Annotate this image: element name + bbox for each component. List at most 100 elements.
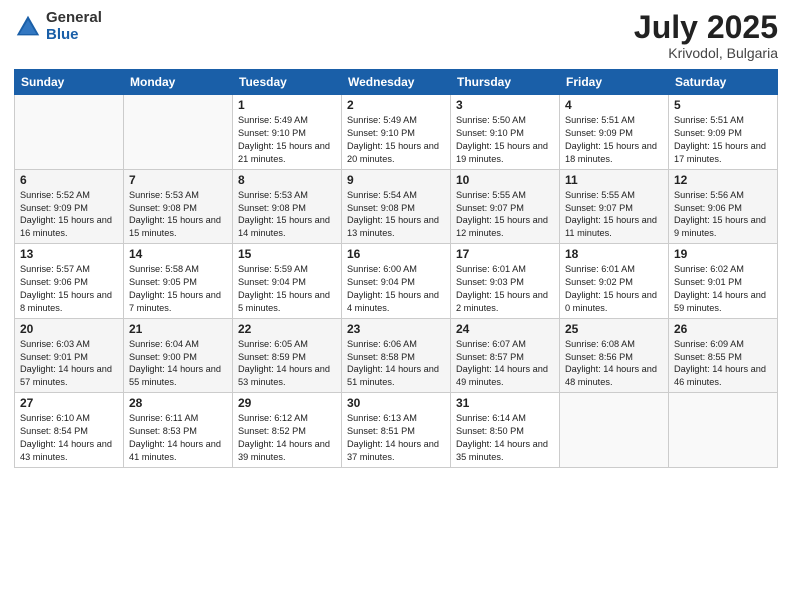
calendar-table: SundayMondayTuesdayWednesdayThursdayFrid… xyxy=(14,69,778,468)
calendar-cell: 26 Sunrise: 6:09 AM Sunset: 8:55 PM Dayli… xyxy=(669,318,778,393)
calendar-cell: 15 Sunrise: 5:59 AM Sunset: 9:04 PM Dayli… xyxy=(233,244,342,319)
day-number: 11 xyxy=(565,173,663,187)
day-number: 7 xyxy=(129,173,227,187)
calendar-cell: 14Sunrise: 5:58 AM Sunset: 9:05 PM Dayli… xyxy=(124,244,233,319)
calendar-cell: 11 Sunrise: 5:55 AM Sunset: 9:07 PM Dayli… xyxy=(560,169,669,244)
calendar-cell: 19 Sunrise: 6:02 AM Sunset: 9:01 PM Dayli… xyxy=(669,244,778,319)
day-number: 1 xyxy=(238,98,336,112)
day-info: Sunrise: 6:08 AM Sunset: 8:56 PM Dayligh… xyxy=(565,338,663,390)
day-number: 9 xyxy=(347,173,445,187)
calendar-cell: 22 Sunrise: 6:05 AM Sunset: 8:59 PM Dayli… xyxy=(233,318,342,393)
day-info: Sunrise: 6:05 AM Sunset: 8:59 PM Dayligh… xyxy=(238,338,336,390)
location: Krivodol, Bulgaria xyxy=(634,45,778,61)
day-info: Sunrise: 6:02 AM Sunset: 9:01 PM Dayligh… xyxy=(674,263,772,315)
calendar-cell: 1 Sunrise: 5:49 AM Sunset: 9:10 PM Daylig… xyxy=(233,95,342,170)
logo-text: General Blue xyxy=(46,10,102,43)
day-info: Sunrise: 5:53 AM Sunset: 9:08 PM Dayligh… xyxy=(129,189,227,241)
day-number: 17 xyxy=(456,247,554,261)
calendar-week-row: 1 Sunrise: 5:49 AM Sunset: 9:10 PM Daylig… xyxy=(15,95,778,170)
day-number: 4 xyxy=(565,98,663,112)
day-number: 10 xyxy=(456,173,554,187)
day-number: 13 xyxy=(20,247,118,261)
month-title: July 2025 xyxy=(634,10,778,45)
day-info: Sunrise: 6:04 AM Sunset: 9:00 PM Dayligh… xyxy=(129,338,227,390)
day-number: 3 xyxy=(456,98,554,112)
day-number: 19 xyxy=(674,247,772,261)
calendar-cell: 30 Sunrise: 6:13 AM Sunset: 8:51 PM Dayli… xyxy=(342,393,451,468)
logo: General Blue xyxy=(14,10,102,43)
day-info: Sunrise: 5:54 AM Sunset: 9:08 PM Dayligh… xyxy=(347,189,445,241)
day-number: 2 xyxy=(347,98,445,112)
weekday-header-sunday: Sunday xyxy=(15,70,124,95)
calendar-cell: 17 Sunrise: 6:01 AM Sunset: 9:03 PM Dayli… xyxy=(451,244,560,319)
title-block: July 2025 Krivodol, Bulgaria xyxy=(634,10,778,61)
day-number: 15 xyxy=(238,247,336,261)
day-number: 27 xyxy=(20,396,118,410)
calendar-cell xyxy=(560,393,669,468)
weekday-header-wednesday: Wednesday xyxy=(342,70,451,95)
calendar-cell: 18 Sunrise: 6:01 AM Sunset: 9:02 PM Dayli… xyxy=(560,244,669,319)
day-number: 14 xyxy=(129,247,227,261)
day-number: 26 xyxy=(674,322,772,336)
day-info: Sunrise: 6:01 AM Sunset: 9:02 PM Dayligh… xyxy=(565,263,663,315)
calendar-cell: 27Sunrise: 6:10 AM Sunset: 8:54 PM Dayli… xyxy=(15,393,124,468)
day-number: 25 xyxy=(565,322,663,336)
calendar-cell: 5 Sunrise: 5:51 AM Sunset: 9:09 PM Daylig… xyxy=(669,95,778,170)
calendar-cell xyxy=(124,95,233,170)
day-number: 29 xyxy=(238,396,336,410)
day-number: 18 xyxy=(565,247,663,261)
calendar-cell: 24 Sunrise: 6:07 AM Sunset: 8:57 PM Dayli… xyxy=(451,318,560,393)
calendar-cell: 9 Sunrise: 5:54 AM Sunset: 9:08 PM Daylig… xyxy=(342,169,451,244)
calendar-cell xyxy=(15,95,124,170)
day-info: Sunrise: 5:55 AM Sunset: 9:07 PM Dayligh… xyxy=(565,189,663,241)
calendar-cell: 23Sunrise: 6:06 AM Sunset: 8:58 PM Dayli… xyxy=(342,318,451,393)
calendar-cell: 21Sunrise: 6:04 AM Sunset: 9:00 PM Dayli… xyxy=(124,318,233,393)
day-info: Sunrise: 6:13 AM Sunset: 8:51 PM Dayligh… xyxy=(347,412,445,464)
weekday-header-monday: Monday xyxy=(124,70,233,95)
day-info: Sunrise: 5:59 AM Sunset: 9:04 PM Dayligh… xyxy=(238,263,336,315)
weekday-header-thursday: Thursday xyxy=(451,70,560,95)
day-info: Sunrise: 5:51 AM Sunset: 9:09 PM Dayligh… xyxy=(674,114,772,166)
day-info: Sunrise: 5:56 AM Sunset: 9:06 PM Dayligh… xyxy=(674,189,772,241)
calendar-cell: 31Sunrise: 6:14 AM Sunset: 8:50 PM Dayli… xyxy=(451,393,560,468)
weekday-header-saturday: Saturday xyxy=(669,70,778,95)
logo-general-text: General xyxy=(46,10,102,27)
day-number: 8 xyxy=(238,173,336,187)
calendar-cell: 25 Sunrise: 6:08 AM Sunset: 8:56 PM Dayli… xyxy=(560,318,669,393)
calendar-cell: 29 Sunrise: 6:12 AM Sunset: 8:52 PM Dayli… xyxy=(233,393,342,468)
day-info: Sunrise: 6:03 AM Sunset: 9:01 PM Dayligh… xyxy=(20,338,118,390)
weekday-header-friday: Friday xyxy=(560,70,669,95)
day-number: 31 xyxy=(456,396,554,410)
day-info: Sunrise: 5:57 AM Sunset: 9:06 PM Dayligh… xyxy=(20,263,118,315)
day-number: 5 xyxy=(674,98,772,112)
calendar-cell: 10Sunrise: 5:55 AM Sunset: 9:07 PM Dayli… xyxy=(451,169,560,244)
weekday-header-row: SundayMondayTuesdayWednesdayThursdayFrid… xyxy=(15,70,778,95)
day-number: 24 xyxy=(456,322,554,336)
day-info: Sunrise: 5:49 AM Sunset: 9:10 PM Dayligh… xyxy=(238,114,336,166)
day-number: 20 xyxy=(20,322,118,336)
day-info: Sunrise: 6:07 AM Sunset: 8:57 PM Dayligh… xyxy=(456,338,554,390)
day-number: 23 xyxy=(347,322,445,336)
day-info: Sunrise: 5:50 AM Sunset: 9:10 PM Dayligh… xyxy=(456,114,554,166)
header: General Blue July 2025 Krivodol, Bulgari… xyxy=(14,10,778,61)
page: General Blue July 2025 Krivodol, Bulgari… xyxy=(0,0,792,612)
logo-icon xyxy=(14,13,42,41)
day-info: Sunrise: 6:11 AM Sunset: 8:53 PM Dayligh… xyxy=(129,412,227,464)
logo-blue-text: Blue xyxy=(46,27,102,44)
calendar-cell: 2Sunrise: 5:49 AM Sunset: 9:10 PM Daylig… xyxy=(342,95,451,170)
day-number: 16 xyxy=(347,247,445,261)
calendar-cell: 4Sunrise: 5:51 AM Sunset: 9:09 PM Daylig… xyxy=(560,95,669,170)
calendar-week-row: 20 Sunrise: 6:03 AM Sunset: 9:01 PM Dayli… xyxy=(15,318,778,393)
day-number: 30 xyxy=(347,396,445,410)
day-info: Sunrise: 6:12 AM Sunset: 8:52 PM Dayligh… xyxy=(238,412,336,464)
calendar-cell: 20 Sunrise: 6:03 AM Sunset: 9:01 PM Dayli… xyxy=(15,318,124,393)
calendar-cell: 7 Sunrise: 5:53 AM Sunset: 9:08 PM Daylig… xyxy=(124,169,233,244)
day-info: Sunrise: 6:01 AM Sunset: 9:03 PM Dayligh… xyxy=(456,263,554,315)
calendar-cell: 16Sunrise: 6:00 AM Sunset: 9:04 PM Dayli… xyxy=(342,244,451,319)
calendar-cell xyxy=(669,393,778,468)
calendar-week-row: 27Sunrise: 6:10 AM Sunset: 8:54 PM Dayli… xyxy=(15,393,778,468)
calendar-cell: 6Sunrise: 5:52 AM Sunset: 9:09 PM Daylig… xyxy=(15,169,124,244)
day-info: Sunrise: 6:09 AM Sunset: 8:55 PM Dayligh… xyxy=(674,338,772,390)
calendar-cell: 3 Sunrise: 5:50 AM Sunset: 9:10 PM Daylig… xyxy=(451,95,560,170)
day-number: 22 xyxy=(238,322,336,336)
